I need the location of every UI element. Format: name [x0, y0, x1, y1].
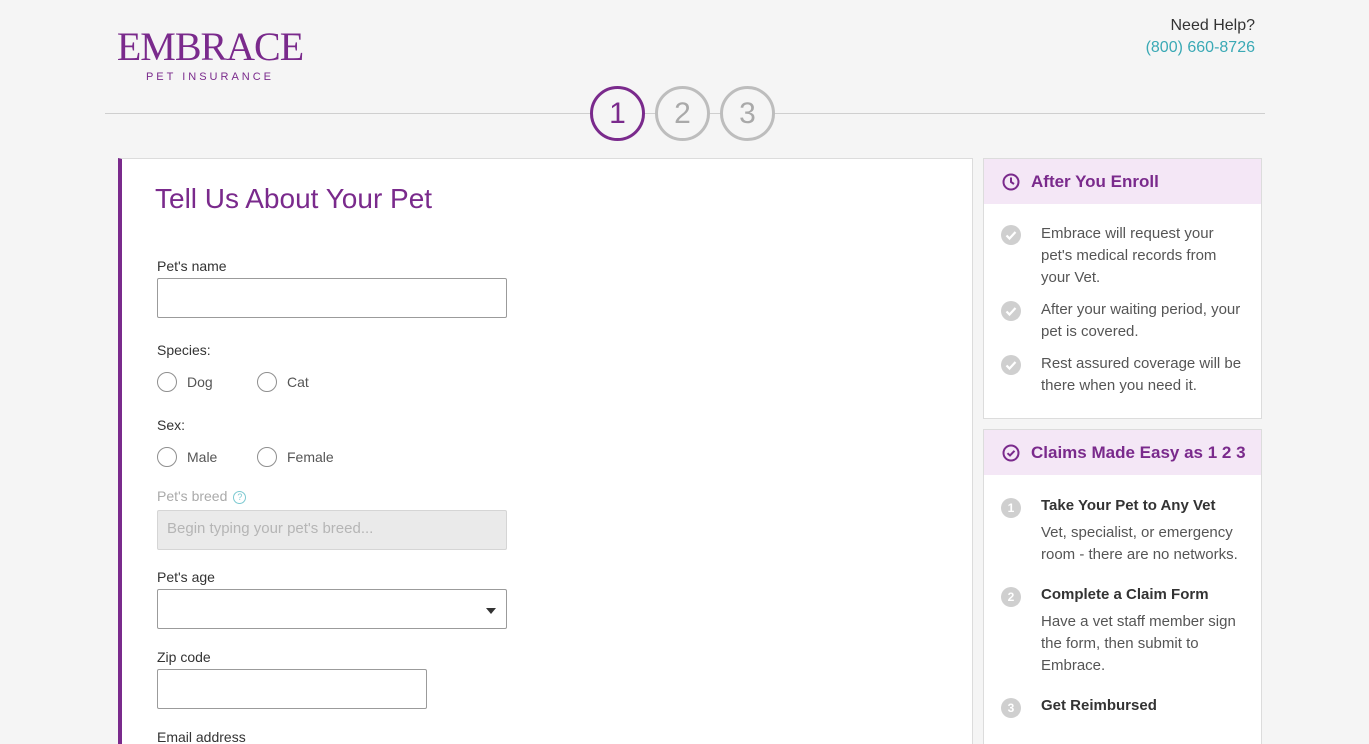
species-label: Species: — [157, 342, 211, 358]
species-dog-option[interactable]: Dog — [157, 372, 257, 392]
sex-female-option[interactable]: Female — [257, 447, 357, 467]
chevron-down-icon — [486, 608, 496, 614]
page-title: Tell Us About Your Pet — [155, 183, 433, 214]
radio-dog-label: Dog — [187, 374, 213, 390]
age-select[interactable] — [157, 589, 507, 629]
check-icon — [1001, 301, 1021, 321]
radio-male-label: Male — [187, 449, 218, 465]
check-icon — [1001, 225, 1021, 245]
step-3: 3 — [720, 86, 775, 141]
zip-input[interactable] — [157, 669, 427, 709]
embrace-logo[interactable]: EMBRACE PET INSURANCE — [115, 24, 305, 84]
claim-step-title-2: Complete a Claim Form — [1041, 586, 1209, 603]
step-number-1: 1 — [1001, 498, 1021, 518]
pet-name-label: Pet's name — [157, 258, 227, 274]
breed-input[interactable]: Begin typing your pet's breed... — [157, 510, 507, 550]
step-number-3: 3 — [1001, 698, 1021, 718]
pet-name-input[interactable] — [157, 278, 507, 318]
logo-wordmark: EMBRACE — [116, 24, 304, 69]
email-label: Email address — [157, 729, 246, 744]
phone-link[interactable]: (800) 660-8726 — [1146, 37, 1255, 59]
after-enroll-item-1: Embrace will request your pet's medical … — [1041, 225, 1217, 286]
radio-dog[interactable] — [157, 372, 177, 392]
breed-label-row: Pet's breed? — [157, 488, 247, 504]
claims-header: Claims Made Easy as 1 2 3 — [984, 430, 1261, 475]
check-icon — [1001, 355, 1021, 375]
step-number-2: 2 — [1001, 587, 1021, 607]
after-enroll-item-3: Rest assured coverage will be there when… — [1041, 355, 1242, 394]
question-icon[interactable]: ? — [233, 491, 247, 504]
list-item: 3 Get Reimbursed — [984, 695, 1261, 718]
claims-card: Claims Made Easy as 1 2 3 1 Take Your Pe… — [983, 429, 1262, 744]
list-item: 1 Take Your Pet to Any Vet Vet, speciali… — [984, 495, 1261, 566]
species-radio-group: Dog Cat — [157, 372, 357, 392]
after-enroll-item-2: After your waiting period, your pet is c… — [1041, 301, 1241, 340]
help-label: Need Help? — [1170, 17, 1256, 34]
sex-male-option[interactable]: Male — [157, 447, 257, 467]
check-circle-icon — [1002, 444, 1020, 461]
sex-label: Sex: — [157, 417, 186, 433]
step-1: 1 — [590, 86, 645, 141]
after-enroll-card: After You Enroll Embrace will request yo… — [983, 158, 1262, 419]
list-item: Embrace will request your pet's medical … — [984, 223, 1261, 289]
sex-radio-group: Male Female — [157, 447, 357, 467]
claim-step-text-1: Vet, specialist, or emergency room - the… — [1041, 524, 1238, 563]
pet-info-form: Tell Us About Your Pet Pet's name Specie… — [118, 158, 973, 744]
species-cat-option[interactable]: Cat — [257, 372, 357, 392]
after-enroll-title: After You Enroll — [1031, 171, 1159, 191]
age-label: Pet's age — [157, 569, 215, 585]
clock-icon — [1002, 173, 1020, 190]
help-contact: Need Help? (800) 660-8726 — [1146, 15, 1255, 59]
list-item: 2 Complete a Claim Form Have a vet staff… — [984, 584, 1261, 677]
radio-cat[interactable] — [257, 372, 277, 392]
step-2: 2 — [655, 86, 710, 141]
step-indicator: 1 2 3 — [590, 86, 775, 141]
radio-female-label: Female — [287, 449, 334, 465]
list-item: After your waiting period, your pet is c… — [984, 299, 1261, 343]
breed-label: Pet's breed — [157, 488, 228, 504]
radio-female[interactable] — [257, 447, 277, 467]
after-enroll-header: After You Enroll — [984, 159, 1261, 204]
radio-cat-label: Cat — [287, 374, 309, 390]
claim-step-text-2: Have a vet staff member sign the form, t… — [1041, 613, 1236, 674]
claims-title: Claims Made Easy as 1 2 3 — [1031, 442, 1246, 462]
list-item: Rest assured coverage will be there when… — [984, 353, 1261, 397]
logo-tagline: PET INSURANCE — [145, 71, 275, 83]
radio-male[interactable] — [157, 447, 177, 467]
zip-label: Zip code — [157, 649, 211, 665]
claim-step-title-1: Take Your Pet to Any Vet — [1041, 497, 1216, 514]
claim-step-title-3: Get Reimbursed — [1041, 697, 1157, 714]
